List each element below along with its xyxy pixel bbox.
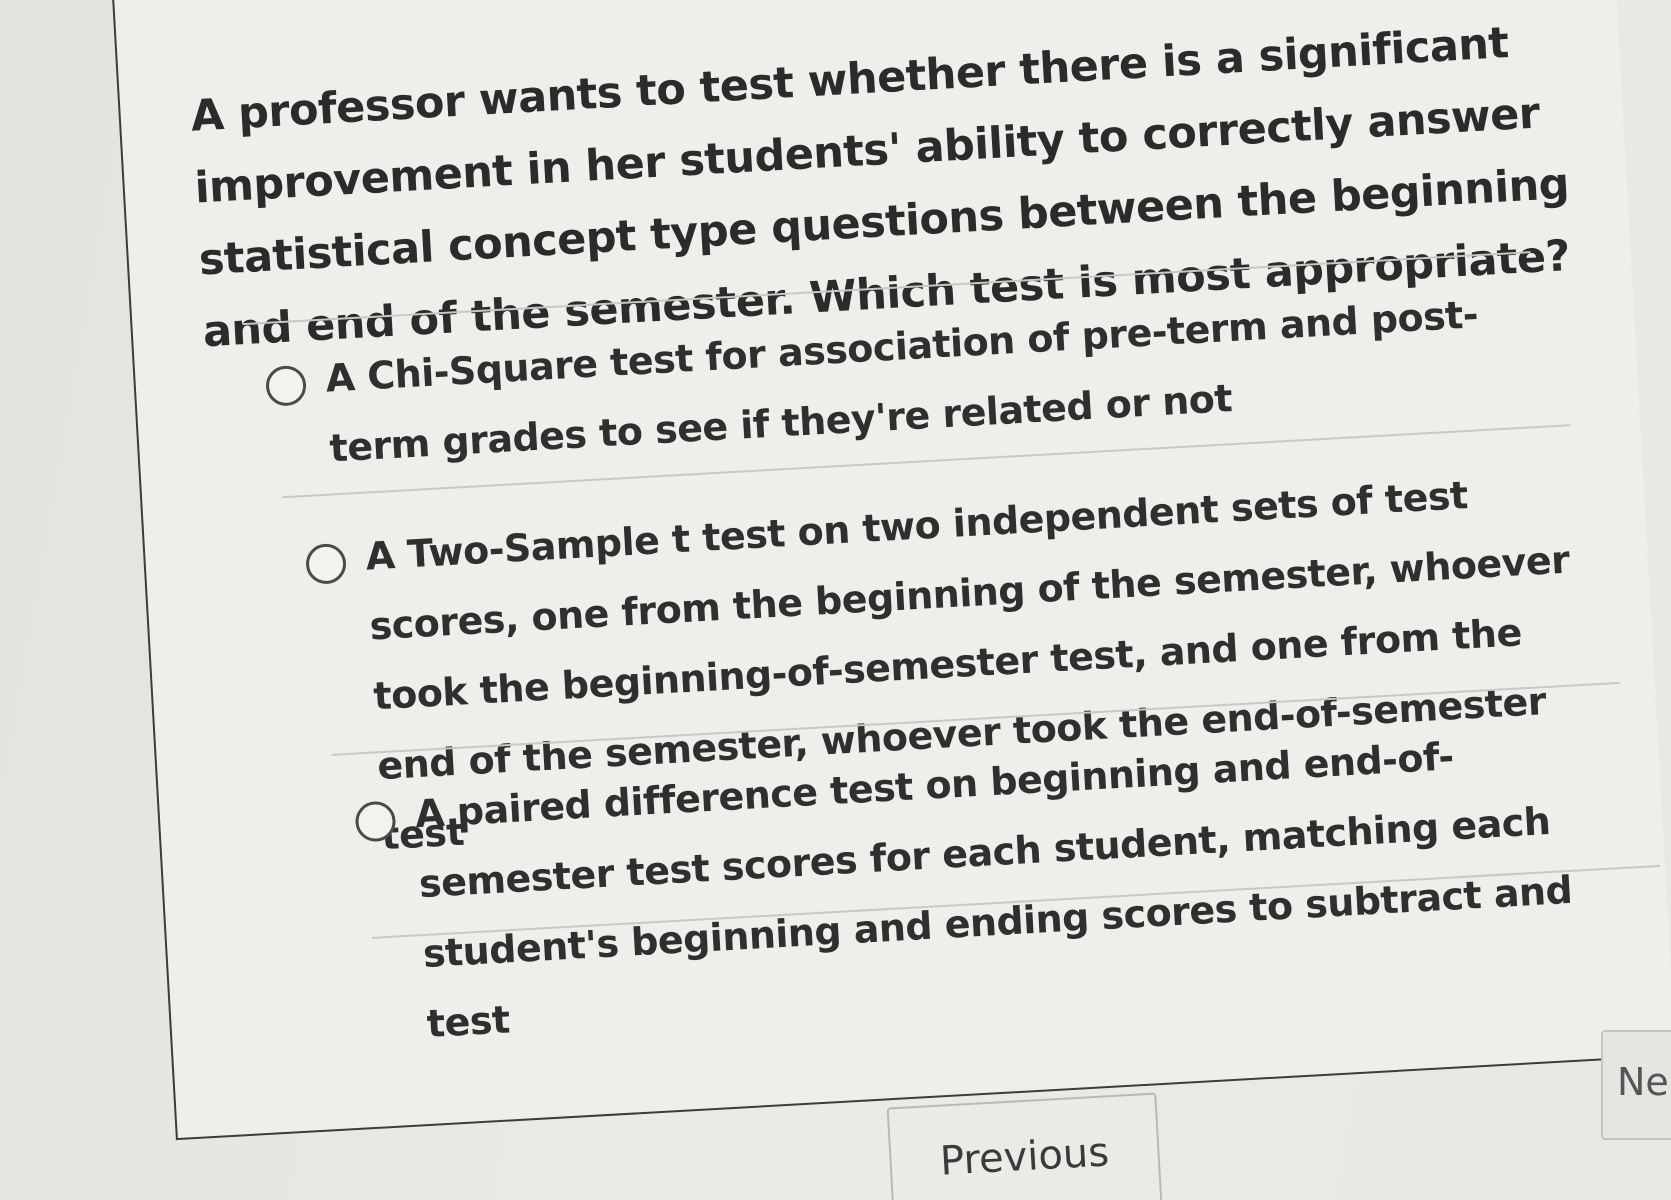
radio-button[interactable] [264, 364, 308, 407]
quiz-screen: A professor wants to test whether there … [0, 0, 1671, 1200]
next-button[interactable]: Ne [1601, 1030, 1671, 1140]
question-card: A professor wants to test whether there … [110, 0, 1671, 1141]
previous-button[interactable]: Previous [886, 1092, 1164, 1200]
radio-button[interactable] [354, 800, 397, 843]
radio-button[interactable] [304, 542, 348, 585]
